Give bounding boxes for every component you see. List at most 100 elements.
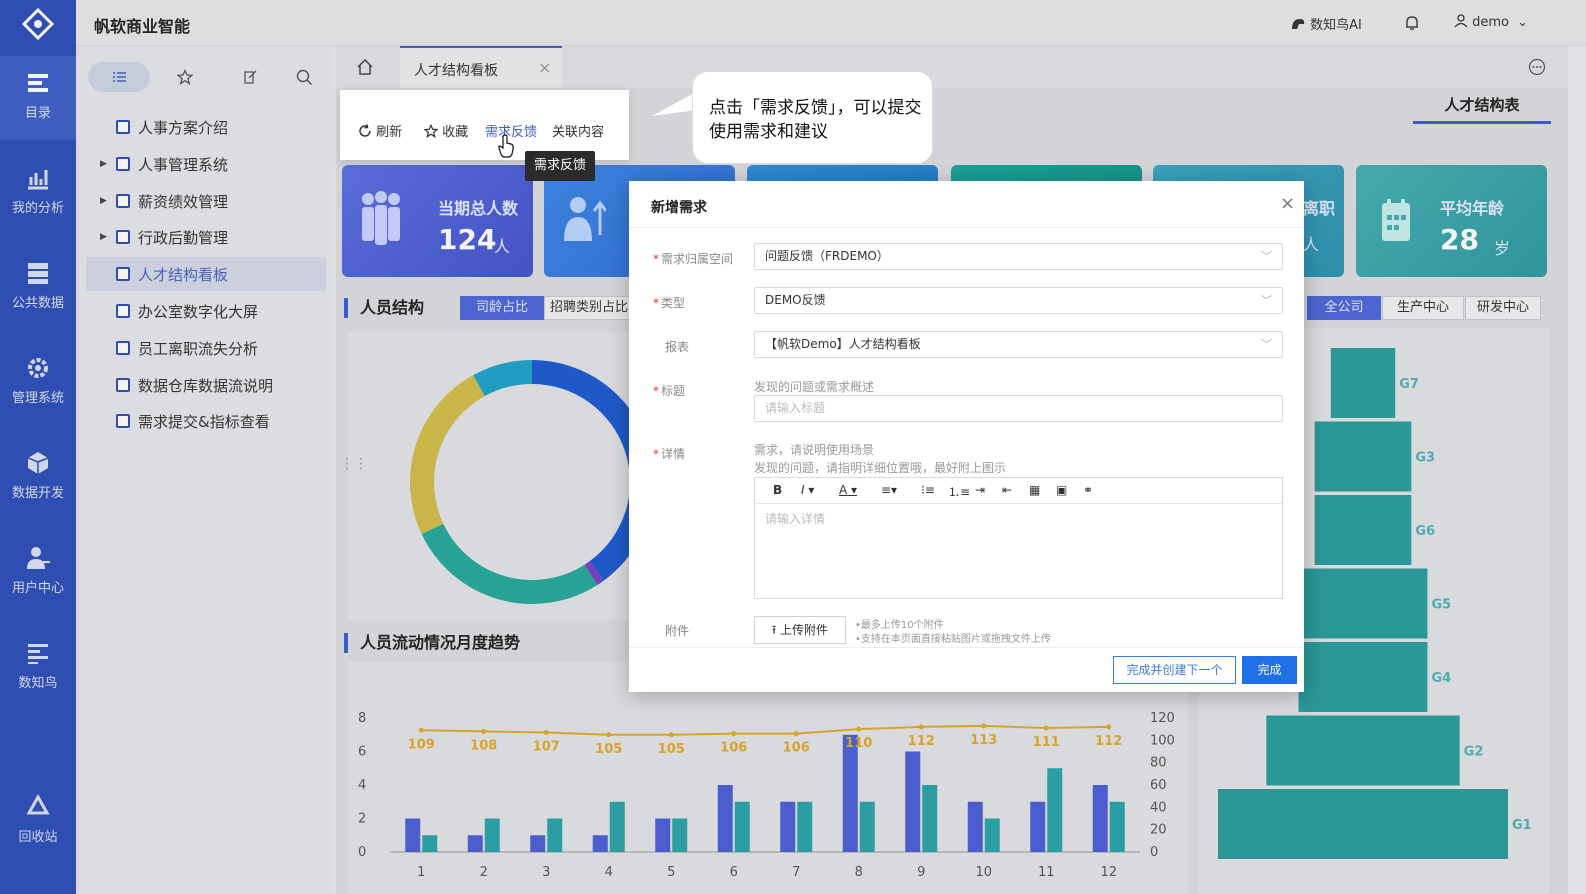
kpi-card-age: 平均年龄 28 岁 [1356,165,1547,277]
dashboard-icon [116,193,130,208]
space-select[interactable]: 问题反馈（FRDEMO） ﹀ [754,243,1283,270]
align-icon[interactable]: ≡▾ [881,483,897,497]
finish-button[interactable]: 完成 [1242,656,1297,684]
refresh-button[interactable]: 刷新 [358,121,402,140]
outdent-icon[interactable]: ⇤ [1002,483,1012,497]
close-icon[interactable]: × [1280,193,1295,214]
seg-tenure-ratio[interactable]: 司龄占比 [460,296,544,320]
callout-text: 点击「需求反馈」，可以提交使用需求和建议 [709,98,922,142]
bar [922,785,938,852]
tab-favorites[interactable] [154,62,216,92]
detail-editor[interactable]: B I ▾ A ▾ ≡▾ ⁝≡ ⒈≡ ⇥ ⇤ ▦ ▣ ⚭ 请输入详情 [754,477,1283,599]
expand-arrow-icon[interactable]: ▶ [100,196,107,206]
user-menu[interactable]: demo ⌄ [1454,14,1528,30]
logo-icon[interactable] [20,6,56,42]
close-icon[interactable]: × [538,58,551,77]
list-icon [113,72,126,82]
bar-label: G7 [1399,377,1419,392]
seg-recruit-ratio[interactable]: 招聘类别占比 [544,296,634,320]
indent-icon[interactable]: ⇥ [975,483,985,497]
pyramid-bar [1298,568,1428,639]
table-icon[interactable]: ▦ [1029,483,1040,497]
tree-item[interactable]: 需求提交&指标查看 [86,404,326,438]
search-icon[interactable] [296,69,313,86]
y-tick-label: 0 [358,845,366,860]
title-input[interactable]: 请输入标题 [754,395,1283,422]
action-bar: 刷新 收藏 需求反馈 关联内容 [340,90,629,160]
data-label: 106 [720,741,747,756]
finish-and-create-next-button[interactable]: 完成并创建下一个 [1113,656,1236,684]
y2-tick-label: 100 [1150,733,1175,748]
nav-item-7[interactable]: 数知鸟 [0,626,76,710]
bar [655,818,671,852]
bar [1030,801,1046,852]
data-label: 105 [595,742,622,757]
italic-icon[interactable]: I ▾ [801,483,814,497]
nav-item-1[interactable]: 目录 [0,56,76,140]
ordered-list-icon[interactable]: ⒈≡ [948,483,970,500]
ai-assistant-button[interactable]: 数知鸟AI [1290,14,1362,33]
resize-handle-icon[interactable]: ⋮⋮ [340,456,368,472]
upload-icon: ⭱ [771,623,777,637]
dashboard-icon [116,120,130,134]
calendar-icon [1382,199,1410,241]
y-tick-label: 4 [358,778,366,793]
tree-item[interactable]: 人事方案介绍 [86,110,326,144]
nav-item-4[interactable]: 管理系统 [0,341,76,425]
bar [984,818,1000,852]
user-icon [27,547,50,569]
x-tick-label: 1 [417,865,425,880]
home-icon[interactable] [356,58,374,76]
nav-item-label: 目录 [24,106,51,121]
line-point [918,724,924,730]
tree-item-label: 需求提交&指标查看 [138,413,270,432]
tree-item[interactable]: ▶ 薪资绩效管理 [86,184,326,218]
donut-slice [421,523,598,604]
seg-rd-center[interactable]: 研发中心 [1465,296,1541,320]
bar [967,801,983,852]
bullet-list-icon[interactable]: ⁝≡ [921,483,935,497]
expand-arrow-icon[interactable]: ▶ [100,159,107,169]
type-select[interactable]: DEMO反馈 ﹀ [754,287,1283,314]
nav-item-8[interactable]: 回收站 [0,780,76,864]
bold-icon[interactable]: B [773,483,782,497]
bell-icon[interactable] [1403,14,1421,32]
data-label: 106 [783,741,810,756]
tab-talent-dashboard[interactable]: 人才结构看板 × [400,46,562,88]
x-tick-label: 3 [542,865,550,880]
bar [734,801,750,852]
seg-whole-company[interactable]: 全公司 [1307,296,1381,320]
image-icon[interactable]: ▣ [1056,483,1067,497]
related-content-button[interactable]: 关联内容 [552,121,604,140]
nav-item-2[interactable]: 我的分析 [0,151,76,235]
seg-production-center[interactable]: 生产中心 [1382,296,1464,320]
catalog-icon [28,74,48,92]
tab-list[interactable] [88,62,150,92]
left-nav: 目录我的分析公共数据管理系统数据开发用户中心数知鸟回收站 [0,0,76,894]
space-label: * 需求归属空间 [653,252,734,266]
nav-item-label: 我的分析 [11,201,64,216]
title-label: * 标题 [653,384,686,398]
more-icon[interactable] [1528,58,1546,76]
tree-item[interactable]: 员工离职流失分析 [86,331,326,365]
tab-edit[interactable] [220,62,282,92]
pyramid-bar [1314,421,1412,492]
tab-talent-structure-table[interactable]: 人才结构表 [1413,94,1551,124]
tree-item[interactable]: 数据仓库数据流说明 [86,368,326,402]
tree-item[interactable]: 办公室数字化大屏 [86,294,326,328]
favorite-button[interactable]: 收藏 [423,121,468,140]
tree-item[interactable]: 人才结构看板 [86,257,326,292]
bar [717,785,733,852]
nav-item-3[interactable]: 公共数据 [0,246,76,330]
nav-item-6[interactable]: 用户中心 [0,531,76,615]
font-color-icon[interactable]: A ▾ [839,483,857,497]
upload-button[interactable]: ⭱ 上传附件 [754,616,846,644]
tree-item[interactable]: ▶ 行政后勤管理 [86,220,326,254]
tree-item[interactable]: ▶ 人事管理系统 [86,147,326,181]
report-select[interactable]: 【帆软Demo】人才结构看板 ﹀ [754,331,1283,358]
nav-item-5[interactable]: 数据开发 [0,436,76,520]
bar [592,835,608,852]
link-icon[interactable]: ⚭ [1083,483,1093,497]
person-up-icon [564,197,606,241]
expand-arrow-icon[interactable]: ▶ [100,232,107,242]
